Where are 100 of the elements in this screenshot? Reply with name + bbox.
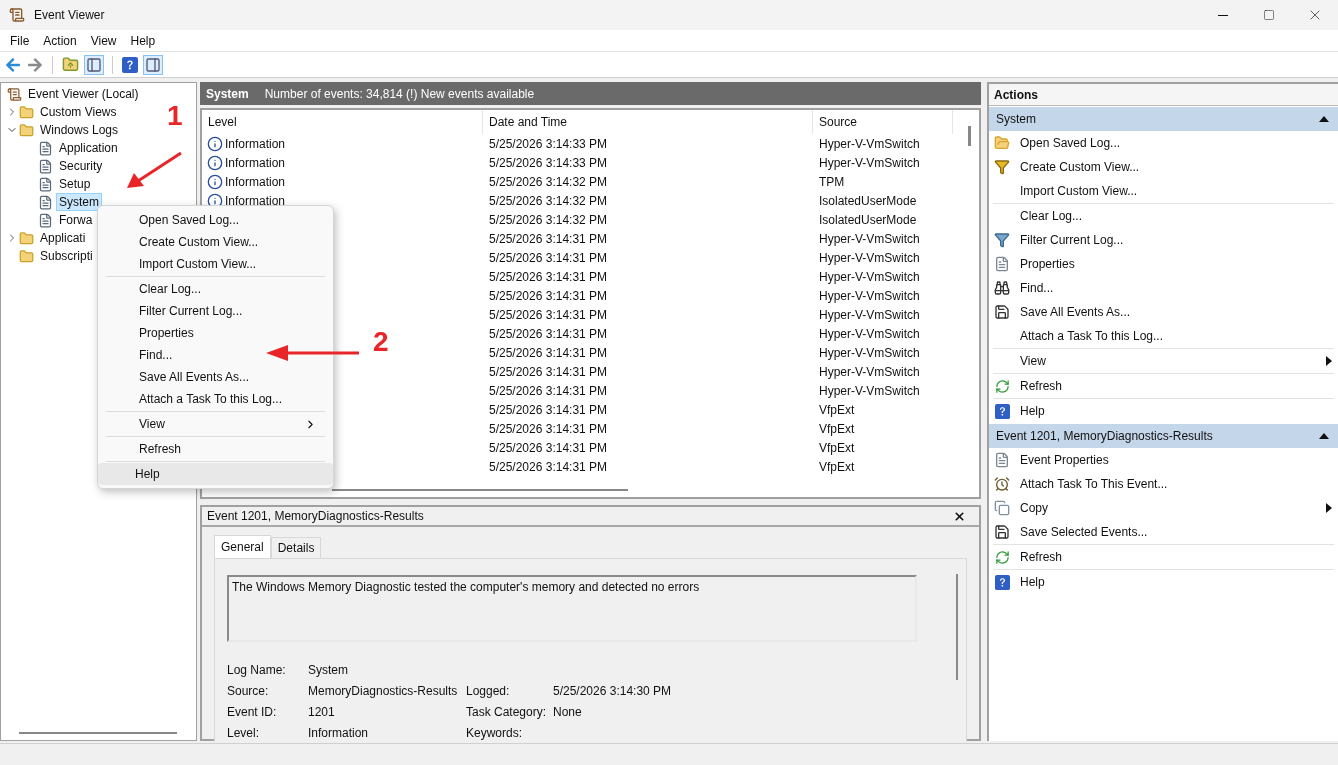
help-button[interactable] <box>121 55 139 74</box>
tree-item[interactable]: Applicati <box>37 229 89 247</box>
folder-icon <box>994 135 1010 151</box>
command-item[interactable]: Refresh <box>993 545 1334 569</box>
collapse-icon[interactable] <box>1319 116 1329 122</box>
menu-item[interactable]: View <box>83 30 124 51</box>
column-header[interactable]: Source <box>813 110 953 134</box>
command-item[interactable]: Find... <box>993 276 1334 300</box>
command-item[interactable]: Create Custom View... <box>993 155 1334 179</box>
up-folder-button[interactable] <box>61 55 80 74</box>
tab[interactable]: Details <box>270 537 322 558</box>
menu-option[interactable]: Attach a Task To this Log... <box>106 388 290 410</box>
tree-item[interactable]: Windows Logs <box>37 121 122 139</box>
table-cell-text: 5/25/2026 3:14:31 PM <box>488 325 609 343</box>
tab[interactable]: General <box>214 535 271 558</box>
log-icon <box>38 158 53 174</box>
menu-option[interactable]: Find... <box>106 344 181 366</box>
menu-option[interactable]: Save All Events As... <box>106 366 258 388</box>
table-cell-text: Information <box>225 154 286 172</box>
tree-item[interactable]: Forwa <box>56 211 96 229</box>
table-cell-text: 5/25/2026 3:14:33 PM <box>488 135 609 153</box>
command-item[interactable]: Open Saved Log... <box>993 131 1334 155</box>
command-item[interactable]: Refresh <box>993 374 1334 398</box>
section-header[interactable]: Event 1201, MemoryDiagnostics-Results <box>989 424 1338 448</box>
field-label: Log Name: <box>227 662 287 679</box>
refresh-icon <box>994 549 1010 565</box>
field-label: Task Category: <box>466 704 548 721</box>
menu-option[interactable]: Help <box>98 463 333 485</box>
column-header[interactable]: Date and Time <box>483 110 813 134</box>
command-item[interactable]: Properties <box>993 252 1334 276</box>
table-cell-text: Hyper-V-VmSwitch <box>818 249 921 267</box>
tree-item[interactable]: System <box>56 193 102 211</box>
field-value: System <box>308 662 349 679</box>
scrollbar[interactable] <box>332 489 628 491</box>
log-icon <box>38 194 53 210</box>
table-cell-text: 5/25/2026 3:14:31 PM <box>488 420 609 438</box>
table-cell-text: 5/25/2026 3:14:31 PM <box>488 382 609 400</box>
table-cell-text: Hyper-V-VmSwitch <box>818 230 921 248</box>
table-cell-text: Hyper-V-VmSwitch <box>818 268 921 286</box>
menu-option[interactable]: Clear Log... <box>106 278 210 300</box>
menu-item[interactable]: File <box>0 30 37 51</box>
menu-option[interactable]: Refresh <box>106 438 190 460</box>
command-item[interactable]: View <box>993 349 1334 373</box>
tree-item[interactable]: Custom Views <box>37 103 120 121</box>
table-cell-text: Hyper-V-VmSwitch <box>818 344 921 362</box>
field-label: Logged: <box>466 683 511 700</box>
action-pane-button[interactable] <box>143 54 163 75</box>
tree-item[interactable]: Setup <box>56 175 94 193</box>
table-cell-text: IsolatedUserMode <box>818 192 918 210</box>
section-header[interactable]: System <box>989 107 1338 131</box>
menu-option[interactable]: Filter Current Log... <box>106 300 251 322</box>
command-item[interactable]: Attach a Task To this Log... <box>993 324 1334 348</box>
table-cell-text: VfpExt <box>818 420 856 438</box>
close-icon[interactable] <box>953 509 966 523</box>
forward-button[interactable] <box>26 55 44 74</box>
actions-title: Actions <box>989 84 1338 106</box>
table-cell-text: 5/25/2026 3:14:31 PM <box>488 401 609 419</box>
funnel-icon <box>994 159 1010 175</box>
table-cell-text: 5/25/2026 3:14:31 PM <box>488 344 609 362</box>
menu-option[interactable]: Import Custom View... <box>106 253 265 275</box>
command-item[interactable]: Clear Log... <box>993 204 1334 228</box>
column-header[interactable]: Level <box>202 110 483 134</box>
menu-option[interactable]: Open Saved Log... <box>106 209 248 231</box>
command-item[interactable]: Event Properties <box>993 448 1334 472</box>
minimize-icon <box>1218 14 1228 16</box>
table-cell-text: 5/25/2026 3:14:32 PM <box>488 211 609 229</box>
tree-item[interactable]: Event Viewer (Local) <box>25 85 142 103</box>
detail-title: Event 1201, MemoryDiagnostics-Results <box>207 508 424 525</box>
menu-item[interactable]: Help <box>123 30 163 51</box>
binoculars-icon <box>994 280 1010 296</box>
command-item[interactable]: Save All Events As... <box>993 300 1334 324</box>
collapse-icon[interactable] <box>1319 433 1329 439</box>
copy-icon <box>994 500 1010 516</box>
back-button[interactable] <box>4 55 22 74</box>
tree-item[interactable]: Subscripti <box>37 247 96 265</box>
command-item[interactable]: Copy <box>993 496 1334 520</box>
properties-icon <box>994 452 1010 468</box>
command-item[interactable]: Import Custom View... <box>993 179 1334 203</box>
tree-pane-button[interactable] <box>84 54 104 75</box>
menu-option[interactable]: Properties <box>106 322 202 344</box>
help-icon <box>994 574 1010 590</box>
log-icon <box>38 212 53 228</box>
menu-item[interactable]: Action <box>36 30 84 51</box>
tree-item[interactable]: Security <box>56 157 106 175</box>
command-item[interactable]: Attach Task To This Event... <box>993 472 1334 496</box>
menu-option[interactable]: View <box>106 413 325 435</box>
annotation-arrow <box>126 151 183 190</box>
tree-item[interactable]: Application <box>56 139 121 157</box>
scrollbar[interactable] <box>956 574 958 680</box>
table-cell-text: 5/25/2026 3:14:31 PM <box>488 363 609 381</box>
scrollbar[interactable] <box>968 126 971 146</box>
command-item[interactable]: Save Selected Events... <box>993 520 1334 544</box>
command-item[interactable]: Help <box>993 399 1334 423</box>
command-item[interactable]: Filter Current Log... <box>993 228 1334 252</box>
menu-option[interactable]: Create Custom View... <box>106 231 267 253</box>
command-item[interactable]: Help <box>993 570 1334 594</box>
table-cell-text: Information <box>225 135 286 153</box>
table-cell-text: Information <box>225 192 286 210</box>
field-label: Keywords: <box>466 725 524 742</box>
scrollbar[interactable] <box>19 732 177 734</box>
